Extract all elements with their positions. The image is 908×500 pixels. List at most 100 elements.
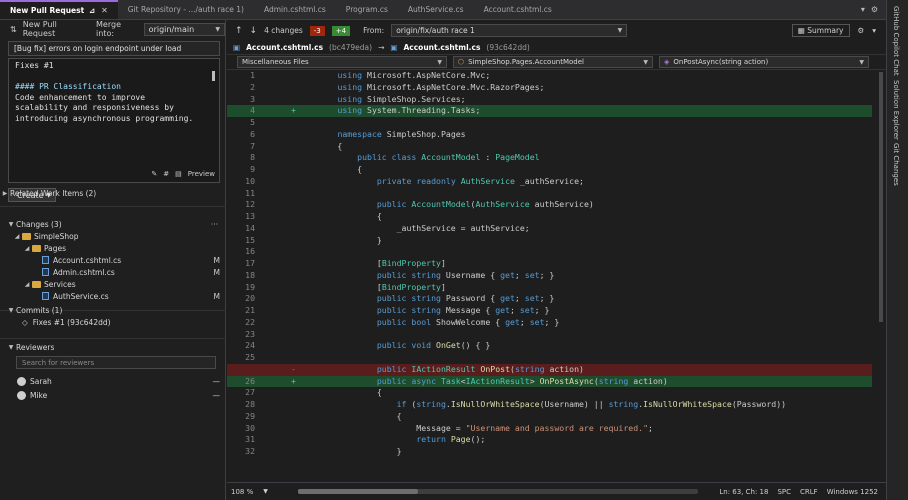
commits-header[interactable]: ▼ Commits (1) <box>6 304 226 316</box>
reviewers-header[interactable]: ▼ Reviewers <box>6 341 226 353</box>
from-branch-dropdown[interactable]: origin/fix/auth race 1 ▼ <box>391 24 628 37</box>
reviewer-search-input[interactable]: Search for reviewers <box>16 356 216 369</box>
indentation[interactable]: SPC <box>777 488 791 496</box>
chevron-down-icon: ▼ <box>8 343 14 351</box>
code-line[interactable]: 14 _authService = authService; <box>227 223 872 235</box>
pr-description-field[interactable]: Fixes #1 #### PR Classification Code enh… <box>8 58 220 183</box>
remove-reviewer-button[interactable]: — <box>213 377 221 386</box>
code-line[interactable]: 10 private readonly AuthService _authSer… <box>227 176 872 188</box>
reviewer-item-mike[interactable]: Mike — <box>0 389 226 401</box>
copilot-chat-tab[interactable]: GitHub Copilot Chat <box>892 6 900 76</box>
commit-item[interactable]: ◇ Fixes #1 (93c642dd) <box>0 316 226 328</box>
pr-title-field[interactable]: [Bug fix] errors on login endpoint under… <box>8 41 220 56</box>
commit-label: Fixes #1 (93c642dd) <box>32 317 111 327</box>
git-changes-tab[interactable]: Git Changes <box>892 143 900 186</box>
remove-reviewer-button[interactable]: — <box>213 391 221 400</box>
code-line[interactable]: 19 [BindProperty] <box>227 282 872 294</box>
code-line[interactable]: 11 <box>227 188 872 200</box>
merge-into-dropdown[interactable]: origin/main ▼ <box>143 22 225 36</box>
hash-icon[interactable]: # <box>163 169 169 180</box>
tree-item-simpleshop[interactable]: ◢ SimpleShop <box>0 230 226 242</box>
file-encoding[interactable]: Windows 1252 <box>827 488 878 496</box>
preview-button[interactable]: Preview <box>188 169 215 180</box>
edit-icon[interactable]: ✎ <box>151 169 157 180</box>
chevron-down-icon[interactable]: ▼ <box>263 488 268 495</box>
code-line[interactable]: 5 <box>227 117 872 129</box>
tree-item-pages[interactable]: ◢ Pages <box>0 242 226 254</box>
vertical-scrollbar[interactable] <box>879 72 883 322</box>
tab-git-repository[interactable]: Git Repository - .../auth race 1) <box>118 0 254 19</box>
from-label: From: <box>363 26 385 35</box>
tab-program-cs[interactable]: Program.cs <box>336 0 398 19</box>
previous-change-icon[interactable]: ↑ <box>235 26 243 36</box>
code-line[interactable]: 17 [BindProperty] <box>227 258 872 270</box>
code-line[interactable]: 18 public string Username { get; set; } <box>227 270 872 282</box>
tab-list-dropdown-icon[interactable]: ▾ <box>861 5 865 14</box>
tab-authservice-cs[interactable]: AuthService.cs <box>398 0 474 19</box>
code-line[interactable]: 25 <box>227 352 872 364</box>
code-line[interactable]: 16 <box>227 246 872 258</box>
zoom-level[interactable]: 108 % <box>231 488 253 496</box>
code-line[interactable]: 31 return Page(); <box>227 434 872 446</box>
code-line[interactable]: 29 { <box>227 411 872 423</box>
code-line[interactable]: 6 namespace SimpleShop.Pages <box>227 129 872 141</box>
tab-admin-cshtml-cs[interactable]: Admin.cshtml.cs <box>254 0 336 19</box>
tab-new-pull-request[interactable]: New Pull Request ⊿ ✕ <box>0 0 118 19</box>
tree-item-account-cshtml-cs[interactable]: Account.cshtml.cs M <box>0 254 226 266</box>
removed-line[interactable]: - public IActionResult OnPost(string act… <box>227 363 872 376</box>
related-work-items-header[interactable]: ▶ Related Work Items (2) <box>0 187 226 199</box>
commits-section: ▼ Commits (1) ◇ Fixes #1 (93c642dd) <box>0 304 226 328</box>
horizontal-scrollbar[interactable] <box>297 489 698 494</box>
solution-explorer-tab[interactable]: Solution Explorer <box>892 80 900 140</box>
code-line[interactable]: 3 using SimpleShop.Services; <box>227 94 872 106</box>
code-line[interactable]: 7 { <box>227 141 872 153</box>
added-line[interactable]: 4 + using System.Threading.Tasks; <box>227 105 872 117</box>
settings-icon[interactable]: ⚙ <box>871 5 878 14</box>
code-line[interactable]: 8 public class AccountModel : PageModel <box>227 152 872 164</box>
code-line[interactable]: 1 using Microsoft.AspNetCore.Mvc; <box>227 70 872 82</box>
code-line[interactable]: 22 public bool ShowWelcome { get; set; } <box>227 317 872 329</box>
tab-account-cshtml-cs[interactable]: Account.cshtml.cs <box>474 0 562 19</box>
summary-button[interactable]: ▦ Summary <box>791 24 850 37</box>
code-editor[interactable]: 1 using Microsoft.AspNetCore.Mvc; 2 using… <box>227 70 872 482</box>
tree-item-admin-cshtml-cs[interactable]: Admin.cshtml.cs M <box>0 266 226 278</box>
code-line[interactable]: 30 Message = "Username and password are … <box>227 423 872 435</box>
code-line[interactable]: 13 { <box>227 211 872 223</box>
line-number: 3 <box>250 93 255 104</box>
code-line[interactable]: 2 using Microsoft.AspNetCore.Mvc.RazorPa… <box>227 82 872 94</box>
next-change-icon[interactable]: ↓ <box>250 26 258 36</box>
chevron-down-icon[interactable]: ▾ <box>872 26 876 35</box>
code-line[interactable]: 28 if (string.IsNullOrWhiteSpace(Usernam… <box>227 399 872 411</box>
member-dropdown[interactable]: ◈ OnPostAsync(string action) ▼ <box>659 56 869 68</box>
tab-label: Git Repository - .../auth race 1) <box>127 5 244 14</box>
settings-icon[interactable]: ⚙ <box>858 26 865 35</box>
code-text: private readonly AuthService _authServic… <box>376 175 584 186</box>
more-options-icon[interactable]: ··· <box>211 220 218 229</box>
added-line[interactable]: 26 + public async Task<IActionResult> OnP… <box>227 375 872 388</box>
changes-header[interactable]: ▼ Changes (3) ··· <box>6 218 226 230</box>
close-icon[interactable]: ✕ <box>101 6 108 15</box>
preview-icon[interactable]: ▤ <box>175 169 182 180</box>
code-line[interactable]: 15 } <box>227 235 872 247</box>
type-dropdown[interactable]: ⬡ SimpleShop.Pages.AccountModel ▼ <box>453 56 653 68</box>
chevron-right-icon: ▶ <box>2 189 8 197</box>
code-line[interactable]: 9 { <box>227 164 872 176</box>
scroll-thumb[interactable] <box>297 489 418 494</box>
code-line[interactable]: 27 { <box>227 387 872 399</box>
code-line[interactable]: 12 public AccountModel(AuthService authS… <box>227 199 872 211</box>
pin-icon[interactable]: ⊿ <box>89 7 95 15</box>
code-line[interactable]: 32 } <box>227 446 872 458</box>
code-line[interactable]: 24 public void OnGet() { } <box>227 340 872 352</box>
code-line[interactable]: 20 public string Password { get; set; } <box>227 293 872 305</box>
code-line[interactable]: 21 public string Message { get; set; } <box>227 305 872 317</box>
reviewer-item-sarah[interactable]: Sarah — <box>0 375 226 387</box>
cursor-position[interactable]: Ln: 63, Ch: 18 <box>719 488 768 496</box>
code-line[interactable]: 23 <box>227 329 872 341</box>
description-scrollbar[interactable] <box>212 71 215 81</box>
line-endings[interactable]: CRLF <box>800 488 818 496</box>
tree-item-authservice-cs[interactable]: AuthService.cs M <box>0 290 226 302</box>
tree-item-services[interactable]: ◢ Services <box>0 278 226 290</box>
tree-item-label: Services <box>44 279 76 289</box>
project-dropdown[interactable]: Miscellaneous Files ▼ <box>237 56 447 68</box>
folder-icon <box>32 280 41 288</box>
